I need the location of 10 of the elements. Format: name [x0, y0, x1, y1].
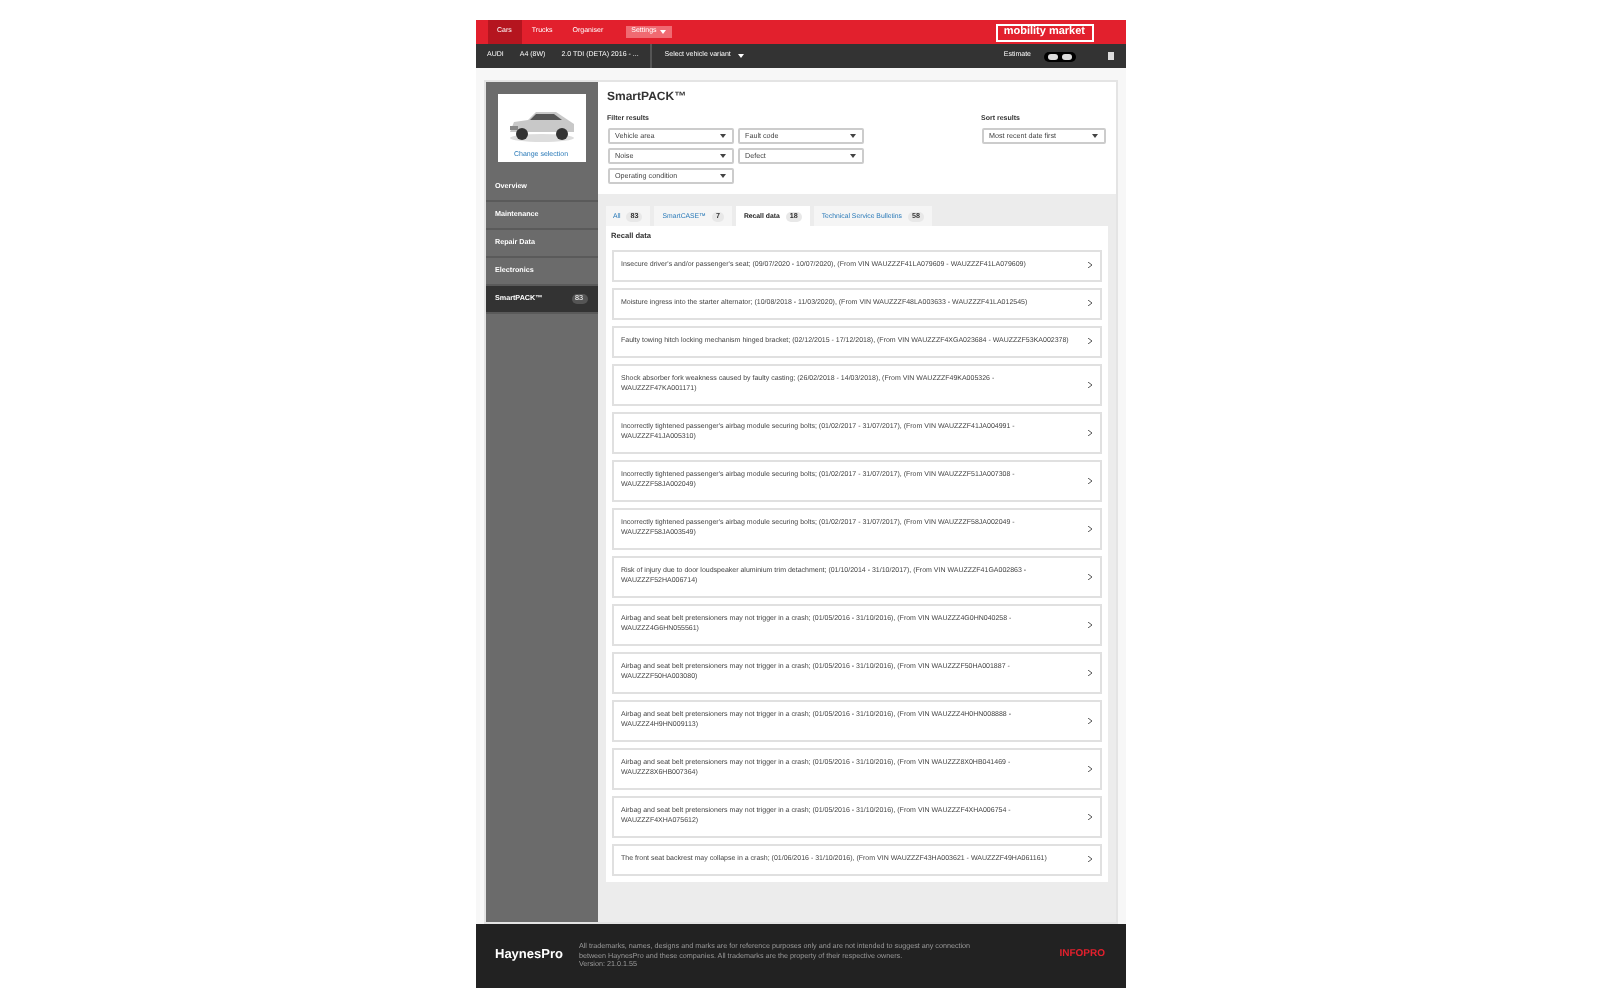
caret-icon [849, 134, 855, 139]
trash-icon[interactable] [1107, 52, 1113, 60]
caret-icon [660, 30, 667, 34]
caret-icon [849, 154, 855, 159]
caret-icon [738, 54, 745, 58]
caret-icon [719, 154, 725, 159]
caret-icon [719, 174, 725, 179]
caret-icon [1091, 134, 1097, 139]
caret-icon [719, 134, 725, 139]
estimate-toggle[interactable] [1043, 51, 1075, 61]
